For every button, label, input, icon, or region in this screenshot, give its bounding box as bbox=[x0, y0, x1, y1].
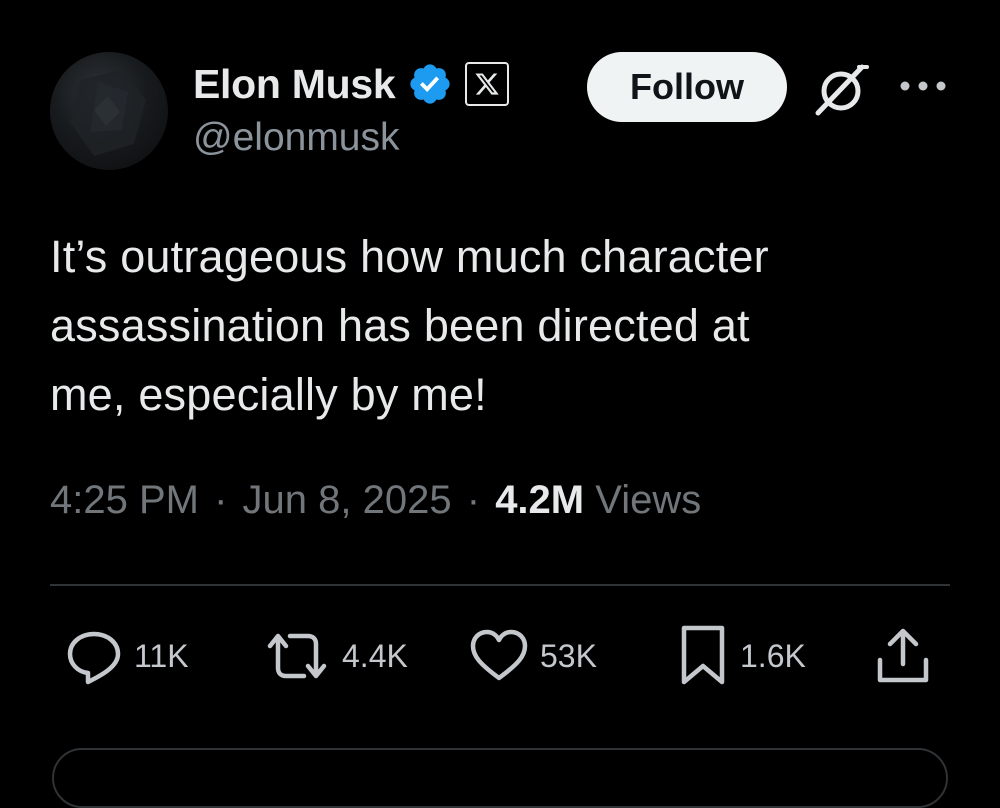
tweet-metadata: 4:25 PM · Jun 8, 2025 · 4.2M Views bbox=[50, 478, 701, 523]
repost-button[interactable]: 4.4K bbox=[262, 626, 408, 686]
tweet-text-line: me, especially by me! bbox=[50, 369, 487, 420]
bookmark-icon bbox=[681, 625, 725, 685]
author-handle[interactable]: @elonmusk bbox=[193, 116, 400, 160]
divider bbox=[50, 584, 950, 586]
reply-count: 11K bbox=[134, 637, 189, 674]
share-icon bbox=[877, 628, 929, 683]
author-name-row: Elon Musk bbox=[193, 56, 510, 112]
views-label: Views bbox=[595, 478, 702, 522]
verified-badge-icon[interactable] bbox=[407, 61, 453, 107]
tweet-date[interactable]: Jun 8, 2025 bbox=[243, 478, 452, 522]
share-button[interactable] bbox=[872, 626, 934, 686]
author-display-name[interactable]: Elon Musk bbox=[193, 61, 396, 108]
reply-icon bbox=[67, 631, 121, 685]
reply-button[interactable]: 11K bbox=[64, 626, 189, 686]
more-options-icon[interactable] bbox=[898, 76, 948, 96]
follow-button[interactable]: Follow bbox=[587, 52, 787, 122]
like-button[interactable]: 53K bbox=[468, 626, 597, 686]
grok-icon[interactable] bbox=[812, 60, 870, 118]
avatar[interactable] bbox=[50, 52, 168, 170]
bookmark-count: 1.6K bbox=[740, 637, 806, 674]
reply-composer-box[interactable] bbox=[52, 748, 948, 808]
tweet-text-line: assassination has been directed at bbox=[50, 300, 750, 351]
tweet-text: It’s outrageous how much character assas… bbox=[50, 222, 950, 429]
like-count: 53K bbox=[540, 637, 597, 674]
separator: · bbox=[214, 478, 228, 522]
heart-icon bbox=[470, 629, 528, 681]
affiliate-badge[interactable] bbox=[465, 62, 510, 106]
x-logo-icon bbox=[475, 73, 500, 95]
tweet-text-line: It’s outrageous how much character bbox=[50, 231, 769, 282]
tweet-time[interactable]: 4:25 PM bbox=[50, 478, 199, 522]
avatar-image bbox=[70, 70, 146, 156]
views-count[interactable]: 4.2M bbox=[495, 478, 584, 522]
separator: · bbox=[466, 478, 481, 522]
repost-icon bbox=[267, 633, 327, 679]
repost-count: 4.4K bbox=[342, 637, 408, 674]
bookmark-button[interactable]: 1.6K bbox=[676, 625, 806, 686]
